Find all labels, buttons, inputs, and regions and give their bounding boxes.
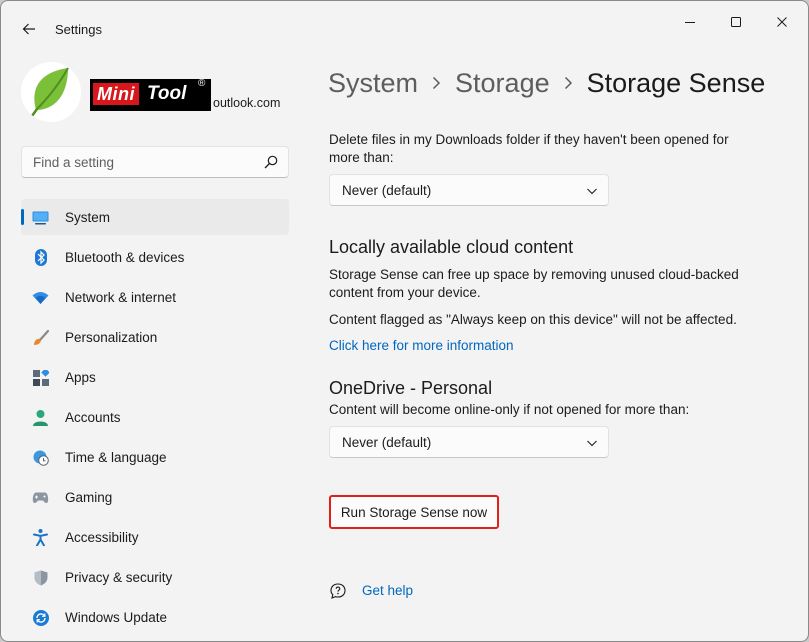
page-title: Storage Sense — [586, 67, 766, 98]
sidebar-item-accounts[interactable]: Accounts — [21, 399, 289, 435]
app-title: Settings — [55, 22, 102, 37]
minimize-icon — [685, 22, 695, 23]
logo-tool-text: Tool — [147, 83, 187, 104]
cloud-note: Content flagged as "Always keep on this … — [329, 312, 737, 327]
sidebar-nav: System Bluetooth & devices Network & int… — [21, 199, 289, 639]
sidebar-item-personalization[interactable]: Personalization — [21, 319, 289, 355]
search-box[interactable] — [21, 146, 289, 178]
sidebar-item-windows-update[interactable]: Windows Update — [21, 599, 289, 635]
arrow-left-icon — [22, 23, 35, 35]
gamepad-icon — [32, 489, 49, 506]
back-button[interactable] — [15, 15, 43, 43]
maximize-button[interactable] — [713, 8, 759, 36]
leaf-icon — [30, 67, 69, 117]
onedrive-dropdown[interactable]: Never (default) — [329, 426, 609, 458]
sidebar-item-gaming[interactable]: Gaming — [21, 479, 289, 515]
dropdown-value: Never (default) — [342, 183, 432, 198]
close-button[interactable] — [759, 8, 805, 36]
logo-registered-mark: ® — [198, 78, 206, 89]
globe-clock-icon — [32, 449, 49, 466]
sidebar-item-apps[interactable]: Apps — [21, 359, 289, 395]
wifi-icon — [32, 289, 49, 306]
sidebar-item-label: Accessibility — [65, 530, 139, 545]
cloud-content-heading: Locally available cloud content — [329, 237, 574, 257]
get-help-link[interactable]: Get help — [362, 583, 413, 598]
downloads-description-line1: Delete files in my Downloads folder if t… — [329, 132, 729, 147]
avatar[interactable] — [21, 62, 81, 122]
sidebar-item-label: Apps — [65, 370, 96, 385]
dropdown-value: Never (default) — [342, 435, 432, 450]
sidebar-item-bluetooth[interactable]: Bluetooth & devices — [21, 239, 289, 275]
sidebar-item-label: Privacy & security — [65, 570, 173, 585]
sidebar-item-label: Gaming — [65, 490, 113, 505]
bluetooth-icon — [32, 249, 49, 266]
more-information-link[interactable]: Click here for more information — [329, 338, 514, 353]
help-icon[interactable] — [329, 582, 347, 600]
account-email: outlook.com — [213, 96, 281, 110]
maximize-icon — [731, 17, 741, 27]
sidebar-item-system[interactable]: System — [21, 199, 289, 235]
update-icon — [32, 609, 49, 626]
logo-mini-text: Mini — [93, 83, 139, 105]
chevron-right-icon — [432, 76, 441, 90]
breadcrumb-item-system[interactable]: System — [328, 68, 418, 99]
search-input[interactable] — [22, 147, 262, 177]
breadcrumb-item-storage[interactable]: Storage — [455, 68, 550, 99]
onedrive-description: Content will become online-only if not o… — [329, 402, 690, 417]
sidebar-item-label: System — [65, 210, 111, 225]
close-icon — [777, 17, 787, 27]
breadcrumb: System Storage Storage Sense — [328, 63, 765, 103]
onedrive-heading: OneDrive - Personal — [329, 378, 493, 398]
downloads-dropdown[interactable]: Never (default) — [329, 174, 609, 206]
sidebar-item-privacy-security[interactable]: Privacy & security — [21, 559, 289, 595]
settings-window: Settings Mini Tool ® outlook.com Find a … — [0, 0, 809, 642]
sidebar-item-label: Bluetooth & devices — [65, 250, 185, 265]
cloud-description-line1: Storage Sense can free up space by remov… — [329, 267, 739, 282]
accessibility-icon — [32, 529, 49, 546]
minitool-logo: Mini Tool ® — [90, 78, 211, 111]
search-icon[interactable] — [264, 155, 278, 169]
run-storage-sense-button[interactable]: Run Storage Sense now — [329, 495, 499, 529]
sidebar-item-accessibility[interactable]: Accessibility — [21, 519, 289, 555]
brush-icon — [32, 329, 49, 346]
chevron-down-icon — [587, 188, 597, 195]
shield-icon — [32, 569, 49, 586]
chevron-down-icon — [587, 440, 597, 447]
sidebar-item-label: Windows Update — [65, 610, 168, 625]
apps-icon — [32, 369, 49, 386]
person-icon — [32, 409, 49, 426]
minimize-button[interactable] — [667, 8, 713, 36]
sidebar-item-label: Personalization — [65, 330, 158, 345]
sidebar-item-label: Time & language — [65, 450, 167, 465]
system-icon — [32, 209, 49, 226]
title-bar: Settings — [1, 1, 808, 49]
chevron-right-icon — [564, 76, 573, 90]
sidebar-item-label: Accounts — [65, 410, 121, 425]
downloads-description-line2: more than: — [329, 150, 394, 165]
sidebar-item-time-language[interactable]: Time & language — [21, 439, 289, 475]
sidebar-item-network[interactable]: Network & internet — [21, 279, 289, 315]
sidebar-item-label: Network & internet — [65, 290, 177, 305]
cloud-description-line2: content from your device. — [329, 285, 481, 300]
